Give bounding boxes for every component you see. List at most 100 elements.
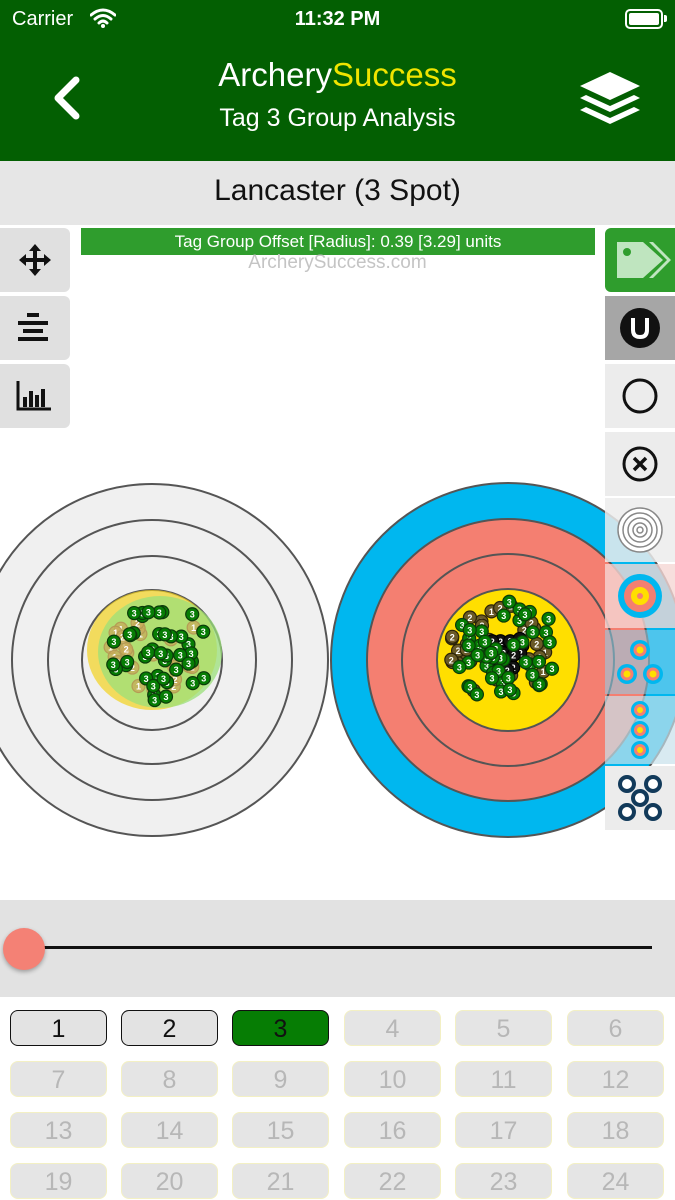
svg-text:3: 3 (520, 638, 525, 648)
tag-button-23[interactable]: 23 (455, 1163, 552, 1199)
tag-button-17[interactable]: 17 (455, 1112, 552, 1148)
svg-text:3: 3 (467, 626, 472, 636)
horseshoe-u-icon (620, 308, 660, 348)
arrow-shot-marker: 3 (157, 627, 172, 642)
svg-text:3: 3 (157, 608, 162, 618)
svg-text:3: 3 (511, 640, 516, 650)
tag-button-13[interactable]: 13 (10, 1112, 107, 1148)
svg-text:3: 3 (507, 597, 512, 607)
page-subtitle: Tag 3 Group Analysis (219, 104, 456, 132)
arrow-shot-marker: 2 (445, 629, 460, 644)
end-slider-track[interactable] (24, 946, 652, 949)
tag-button-10[interactable]: 10 (344, 1061, 441, 1097)
svg-text:2: 2 (534, 639, 539, 649)
svg-text:3: 3 (490, 674, 495, 684)
align-tool-button[interactable] (0, 296, 70, 360)
tag-button-14[interactable]: 14 (121, 1112, 218, 1148)
arrow-shot-marker: 3 (141, 645, 156, 660)
tag-button-24[interactable]: 24 (567, 1163, 664, 1199)
svg-text:3: 3 (151, 681, 156, 691)
tag-button-15[interactable]: 15 (232, 1112, 329, 1148)
tag-button-21[interactable]: 21 (232, 1163, 329, 1199)
three-spot-vertical-button[interactable] (605, 696, 675, 764)
five-spot-button[interactable] (605, 766, 675, 830)
svg-text:3: 3 (522, 610, 527, 620)
svg-text:3: 3 (127, 630, 132, 640)
arrow-shot-marker: 3 (525, 667, 540, 683)
x-circle-icon (622, 446, 658, 482)
svg-text:3: 3 (111, 660, 116, 670)
svg-text:3: 3 (186, 659, 191, 669)
end-slider-thumb[interactable] (3, 928, 45, 970)
tag-button-11[interactable]: 11 (455, 1061, 552, 1097)
circle-mode-button[interactable] (605, 364, 675, 428)
arrow-shot-marker: 3 (544, 661, 560, 676)
layers-icon[interactable] (576, 66, 644, 130)
tag-button-1[interactable]: 1 (10, 1010, 107, 1046)
arrow-shot-marker: 3 (106, 657, 121, 672)
svg-text:3: 3 (501, 611, 506, 621)
arrow-shot-marker: 3 (122, 627, 137, 642)
svg-text:3: 3 (466, 658, 471, 668)
svg-text:3: 3 (161, 674, 166, 684)
svg-text:3: 3 (201, 674, 206, 684)
arrow-shot-marker: 3 (484, 671, 500, 686)
arrow-shot-marker: 3 (156, 671, 171, 686)
tag-button-19[interactable]: 19 (10, 1163, 107, 1199)
svg-text:3: 3 (549, 664, 554, 674)
tag-button-12[interactable]: 12 (567, 1061, 664, 1097)
tag-button-5[interactable]: 5 (455, 1010, 552, 1046)
svg-text:3: 3 (190, 610, 195, 620)
tag-button-16[interactable]: 16 (344, 1112, 441, 1148)
svg-text:3: 3 (201, 627, 206, 637)
tag-filter-button[interactable] (605, 228, 675, 292)
arrow-shot-marker: 3 (181, 656, 196, 671)
arrow-shot-marker: 3 (141, 605, 156, 620)
watermark: ArcherySuccess.com (248, 252, 427, 273)
svg-text:1: 1 (191, 623, 196, 633)
svg-text:3: 3 (523, 658, 528, 668)
arrow-shot-marker: 2 (119, 642, 134, 657)
group-mode-button[interactable] (605, 296, 675, 360)
align-center-icon (18, 313, 48, 341)
svg-text:3: 3 (190, 679, 195, 689)
move-tool-button[interactable] (0, 228, 70, 292)
arrow-shot-marker: 3 (120, 654, 135, 670)
svg-text:3: 3 (132, 609, 137, 619)
tag-button-2[interactable]: 2 (121, 1010, 218, 1046)
ring-target-button[interactable] (605, 498, 675, 562)
target-face-title: Lancaster (3 Spot) (0, 161, 675, 225)
arrow-shot-marker: 3 (517, 607, 533, 622)
cross-mode-button[interactable] (605, 432, 675, 496)
tag-button-3[interactable]: 3 (232, 1010, 329, 1046)
arrow-shot-marker: 3 (185, 607, 200, 622)
statistics-tool-button[interactable] (0, 364, 70, 428)
tag-button-8[interactable]: 8 (121, 1061, 218, 1097)
tag-button-20[interactable]: 20 (121, 1163, 218, 1199)
single-face-button[interactable] (605, 564, 675, 628)
tag-button-22[interactable]: 22 (344, 1163, 441, 1199)
tag-button-7[interactable]: 7 (10, 1061, 107, 1097)
svg-text:3: 3 (489, 648, 494, 658)
three-spot-triangle-button[interactable] (605, 630, 675, 694)
arrow-shot-marker: 3 (452, 659, 467, 675)
group-offset-banner: Tag Group Offset [Radius]: 0.39 [3.29] u… (81, 228, 595, 255)
arrow-shot-marker: 3 (501, 670, 516, 685)
svg-text:3: 3 (530, 628, 535, 638)
tag-button-18[interactable]: 18 (567, 1112, 664, 1148)
svg-text:3: 3 (163, 692, 168, 702)
status-bar: Carrier 11:32 PM (0, 0, 675, 40)
svg-text:3: 3 (125, 657, 130, 667)
arrow-shot-marker: 3 (518, 655, 533, 670)
tag-button-4[interactable]: 4 (344, 1010, 441, 1046)
svg-text:3: 3 (506, 673, 511, 683)
arrow-shot-marker: 3 (185, 676, 200, 691)
target-plot[interactable]: 1111111111112222222222223333333333333333… (0, 460, 675, 860)
svg-text:3: 3 (499, 687, 504, 697)
tag-button-6[interactable]: 6 (567, 1010, 664, 1046)
svg-text:3: 3 (179, 632, 184, 642)
tag-button-9[interactable]: 9 (232, 1061, 329, 1097)
svg-text:3: 3 (158, 649, 163, 659)
svg-text:3: 3 (530, 670, 535, 680)
arrow-shot-marker: 3 (542, 635, 557, 650)
